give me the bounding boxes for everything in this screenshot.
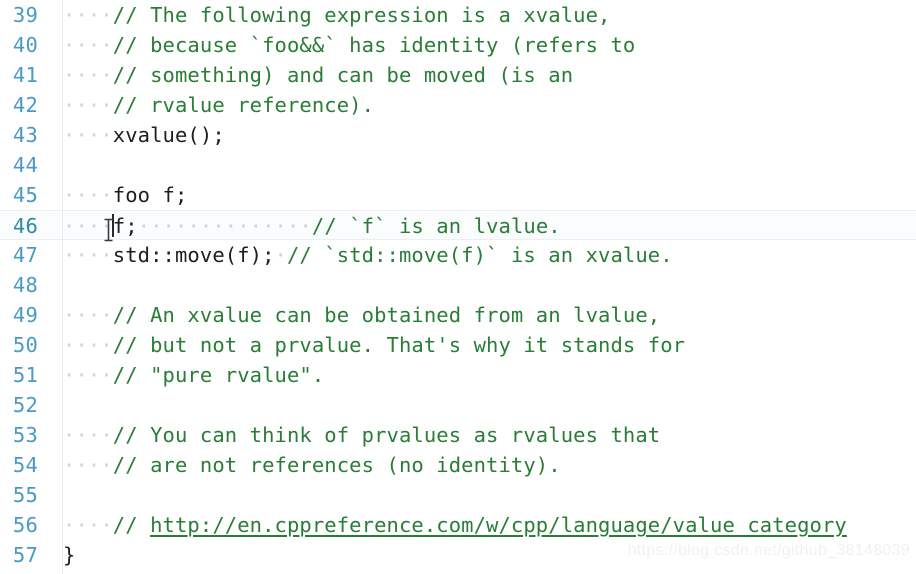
code-line[interactable]: 44 bbox=[0, 150, 916, 180]
code-line-content[interactable]: ····// The following expression is a xva… bbox=[50, 0, 916, 30]
comment-text: // something) and can be moved (is an bbox=[112, 63, 574, 87]
comment-text: // because `foo&&` has identity (refers … bbox=[112, 33, 636, 57]
code-line[interactable]: 39 ····// The following expression is a x… bbox=[0, 0, 916, 30]
comment-text: // `f` is an lvalue. bbox=[311, 214, 561, 238]
code-line-content[interactable]: ····// rvalue reference). bbox=[50, 90, 916, 120]
line-number: 40 bbox=[12, 33, 38, 57]
line-number: 52 bbox=[12, 393, 38, 417]
comment-text: // You can think of prvalues as rvalues … bbox=[112, 423, 661, 447]
code-line[interactable]: 51 ····// "pure rvalue". bbox=[0, 360, 916, 390]
code-line[interactable]: 40 ····// because `foo&&` has identity (r… bbox=[0, 30, 916, 60]
code-editor[interactable]: 39 ····// The following expression is a x… bbox=[0, 0, 916, 574]
comment-text: // The following expression is a xvalue, bbox=[112, 3, 611, 27]
code-line[interactable]: 52 bbox=[0, 390, 916, 420]
line-number: 41 bbox=[12, 63, 38, 87]
code-line-content[interactable]: ····// something) and can be moved (is a… bbox=[50, 60, 916, 90]
indent-whitespace-dots: ···· bbox=[63, 93, 113, 117]
line-number: 44 bbox=[12, 153, 38, 177]
code-line-content[interactable]: ····xvalue(); bbox=[50, 120, 916, 150]
watermark: https://blog.csdn.net/github_38148039 bbox=[627, 542, 910, 559]
indent-whitespace-dots: ···· bbox=[63, 63, 113, 87]
indent-whitespace-dots: ···· bbox=[63, 513, 113, 537]
line-number: 50 bbox=[12, 333, 38, 357]
line-number: 54 bbox=[12, 453, 38, 477]
code-line-content[interactable]: ····// but not a prvalue. That's why it … bbox=[50, 330, 916, 360]
line-number: 57 bbox=[12, 543, 38, 567]
code-line-content[interactable]: ····f;··············// `f` is an lvalue. bbox=[50, 211, 916, 241]
code-text: foo f; bbox=[112, 183, 188, 207]
line-number: 51 bbox=[12, 363, 38, 387]
line-number: 39 bbox=[12, 3, 38, 27]
comment-text: // but not a prvalue. That's why it stan… bbox=[112, 333, 686, 357]
line-number: 42 bbox=[12, 93, 38, 117]
line-number: 56 bbox=[12, 513, 38, 537]
indent-whitespace-dots: ···· bbox=[63, 3, 113, 27]
line-number: 49 bbox=[12, 303, 38, 327]
code-line-content[interactable]: ····foo f; bbox=[50, 180, 916, 210]
inline-whitespace-dots: · bbox=[274, 243, 287, 267]
inline-whitespace-dots: ·············· bbox=[137, 214, 312, 238]
indent-whitespace-dots: ···· bbox=[63, 183, 113, 207]
code-line[interactable]: 42 ····// rvalue reference). bbox=[0, 90, 916, 120]
code-line-content[interactable]: ····// are not references (no identity). bbox=[50, 450, 916, 480]
code-line-content[interactable]: ····// An xvalue can be obtained from an… bbox=[50, 300, 916, 330]
code-line[interactable]: 47 ····std::move(f);·// `std::move(f)` is… bbox=[0, 240, 916, 270]
indent-whitespace-dots: ···· bbox=[63, 333, 113, 357]
code-line[interactable]: 54 ····// are not references (no identity… bbox=[0, 450, 916, 480]
code-line[interactable]: 45 ····foo f; bbox=[0, 180, 916, 210]
url-link[interactable]: http://en.cppreference.com/w/cpp/languag… bbox=[150, 513, 847, 537]
code-line-content[interactable]: ····std::move(f);·// `std::move(f)` is a… bbox=[50, 240, 916, 270]
comment-text: // are not references (no identity). bbox=[112, 453, 561, 477]
code-line[interactable]: 46 ····f;··············// `f` is an lvalu… bbox=[0, 210, 916, 240]
comment-text: // bbox=[112, 513, 151, 537]
indent-whitespace-dots: ···· bbox=[63, 453, 113, 477]
code-line[interactable]: 55 bbox=[0, 480, 916, 510]
code-line-content[interactable]: ····// "pure rvalue". bbox=[50, 360, 916, 390]
code-line[interactable]: 49 ····// An xvalue can be obtained from … bbox=[0, 300, 916, 330]
code-lines-container[interactable]: 39 ····// The following expression is a x… bbox=[0, 0, 916, 570]
code-line[interactable]: 41 ····// something) and can be moved (is… bbox=[0, 60, 916, 90]
indent-whitespace-dots: ···· bbox=[63, 243, 113, 267]
comment-text: // rvalue reference). bbox=[112, 93, 375, 117]
indent-whitespace-dots: ···· bbox=[63, 423, 113, 447]
code-line[interactable]: 48 bbox=[0, 270, 916, 300]
comment-text: // "pure rvalue". bbox=[112, 363, 325, 387]
line-number: 48 bbox=[12, 273, 38, 297]
code-text: } bbox=[63, 543, 76, 567]
indent-whitespace-dots: ···· bbox=[63, 363, 113, 387]
line-number: 43 bbox=[12, 123, 38, 147]
code-line-content[interactable]: ····// You can think of prvalues as rval… bbox=[50, 420, 916, 450]
line-number: 47 bbox=[12, 243, 38, 267]
indent-whitespace-dots: ···· bbox=[63, 123, 113, 147]
indent-whitespace-dots: ···· bbox=[63, 303, 113, 327]
comment-text: // `std::move(f)` is an xvalue. bbox=[286, 243, 673, 267]
code-line-content[interactable]: ····// because `foo&&` has identity (ref… bbox=[50, 30, 916, 60]
code-text: std::move(f); bbox=[112, 243, 275, 267]
code-line[interactable]: 56 ····// http://en.cppreference.com/w/cp… bbox=[0, 510, 916, 540]
line-number: 53 bbox=[12, 423, 38, 447]
code-line[interactable]: 53 ····// You can think of prvalues as rv… bbox=[0, 420, 916, 450]
comment-text: // An xvalue can be obtained from an lva… bbox=[112, 303, 661, 327]
line-number: 55 bbox=[12, 483, 38, 507]
line-number: 45 bbox=[12, 183, 38, 207]
code-line[interactable]: 50 ····// but not a prvalue. That's why i… bbox=[0, 330, 916, 360]
code-text: xvalue(); bbox=[112, 123, 225, 147]
code-line[interactable]: 43 ····xvalue(); bbox=[0, 120, 916, 150]
line-number: 46 bbox=[12, 214, 38, 238]
indent-whitespace-dots: ···· bbox=[63, 33, 113, 57]
code-text: f; bbox=[112, 214, 138, 238]
code-line-content[interactable]: ····// http://en.cppreference.com/w/cpp/… bbox=[50, 510, 916, 540]
indent-whitespace-dots: ···· bbox=[63, 214, 113, 238]
